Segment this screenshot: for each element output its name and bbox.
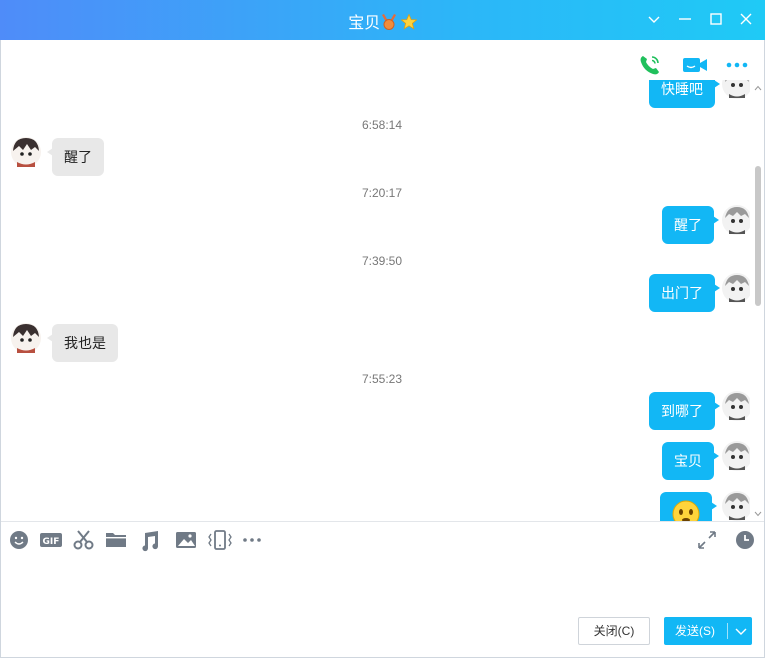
message-bubble-incoming[interactable]: 醒了 bbox=[47, 138, 104, 176]
scissors-icon bbox=[73, 530, 94, 550]
expand-icon bbox=[698, 531, 716, 549]
video-call-icon bbox=[683, 58, 707, 72]
medal-icon bbox=[382, 14, 397, 30]
maximize-button[interactable] bbox=[707, 10, 725, 28]
scroll-up-icon[interactable] bbox=[754, 84, 762, 92]
input-toolbar: GIF bbox=[0, 528, 765, 556]
avatar-self[interactable] bbox=[721, 490, 750, 521]
avatar-self[interactable] bbox=[721, 204, 750, 236]
message-timestamp: 7:55:23 bbox=[361, 372, 403, 386]
more-tools-button[interactable] bbox=[241, 528, 265, 552]
message-input[interactable] bbox=[8, 560, 756, 608]
star-icon bbox=[400, 13, 418, 30]
message-bubble-outgoing[interactable]: 出门了 bbox=[649, 274, 720, 312]
voice-call-button[interactable] bbox=[637, 52, 663, 78]
more-icon bbox=[243, 538, 261, 542]
avatar-self[interactable] bbox=[721, 440, 750, 472]
send-button-label[interactable]: 发送(S) bbox=[664, 617, 726, 645]
message-bubble-outgoing[interactable]: 醒了 bbox=[662, 206, 719, 244]
music-button[interactable] bbox=[139, 528, 163, 552]
scroll-down-icon[interactable] bbox=[754, 510, 762, 518]
gif-label: GIF bbox=[43, 537, 60, 547]
message-timestamp: 7:39:50 bbox=[361, 254, 403, 268]
history-icon bbox=[736, 531, 754, 549]
avatar-contact[interactable] bbox=[10, 136, 42, 168]
more-options-button[interactable] bbox=[724, 52, 750, 78]
voice-call-icon bbox=[640, 56, 659, 75]
avatar-self-image bbox=[722, 441, 750, 471]
avatar-self[interactable] bbox=[721, 272, 750, 304]
folder-icon bbox=[106, 533, 126, 547]
window-shake-button[interactable] bbox=[207, 528, 233, 552]
maximize-icon bbox=[710, 13, 722, 25]
smile-emoji-icon bbox=[672, 500, 700, 521]
collapse-button[interactable] bbox=[645, 10, 663, 28]
emoji-button[interactable] bbox=[8, 528, 32, 552]
chevron-down-icon bbox=[735, 628, 747, 635]
send-button[interactable]: 发送(S) bbox=[664, 617, 752, 645]
minimize-icon bbox=[679, 18, 691, 20]
avatar-self[interactable] bbox=[721, 80, 750, 100]
message-bubble-outgoing[interactable]: 到哪了 bbox=[649, 392, 720, 430]
close-button[interactable]: 关闭(C) bbox=[578, 617, 650, 645]
shake-icon bbox=[208, 530, 232, 550]
avatar-self[interactable] bbox=[721, 390, 750, 422]
avatar-self-image bbox=[722, 273, 750, 303]
avatar-self-image bbox=[722, 205, 750, 235]
send-file-button[interactable] bbox=[104, 528, 128, 552]
close-window-button[interactable] bbox=[737, 10, 755, 28]
avatar-self-image bbox=[722, 491, 750, 521]
music-icon bbox=[142, 531, 159, 552]
message-bubble-incoming[interactable]: 我也是 bbox=[47, 324, 118, 362]
input-divider bbox=[1, 521, 764, 522]
gif-icon: GIF bbox=[40, 533, 62, 547]
window-title: 宝贝 bbox=[348, 15, 381, 32]
image-icon bbox=[176, 532, 196, 548]
expand-input-button[interactable] bbox=[695, 528, 719, 552]
screenshot-button[interactable] bbox=[72, 528, 96, 552]
emoji-icon bbox=[10, 531, 28, 549]
gif-button[interactable]: GIF bbox=[38, 528, 64, 552]
chevron-down-icon bbox=[648, 16, 660, 23]
avatar-self-image bbox=[722, 80, 750, 99]
title-bar: 宝贝 bbox=[0, 0, 765, 40]
message-bubble-outgoing[interactable]: 快睡吧 bbox=[649, 80, 720, 108]
scroll-thumb[interactable] bbox=[755, 166, 761, 306]
message-history-button[interactable] bbox=[733, 528, 757, 552]
avatar-contact-image bbox=[11, 137, 41, 167]
message-bubble-outgoing[interactable]: 宝贝 bbox=[662, 442, 719, 480]
minimize-button[interactable] bbox=[676, 10, 694, 28]
title-badges bbox=[382, 13, 418, 35]
more-icon bbox=[726, 62, 748, 68]
avatar-contact-image bbox=[11, 323, 41, 353]
message-timestamp: 7:20:17 bbox=[361, 186, 403, 200]
chat-scrollbar[interactable] bbox=[753, 80, 763, 521]
avatar-contact[interactable] bbox=[10, 322, 42, 354]
message-timestamp: 6:58:14 bbox=[361, 118, 403, 132]
message-bubble-emoji[interactable] bbox=[660, 492, 717, 521]
close-icon bbox=[740, 13, 752, 25]
avatar-self-image bbox=[722, 391, 750, 421]
chat-history[interactable]: 快睡吧 6:58:14 醒了 7:20:17 醒了 7:39:50 出门了 我也… bbox=[1, 80, 750, 521]
send-options-dropdown[interactable] bbox=[730, 617, 752, 645]
send-image-button[interactable] bbox=[174, 528, 198, 552]
video-call-button[interactable] bbox=[681, 52, 707, 78]
send-button-separator bbox=[727, 623, 728, 639]
